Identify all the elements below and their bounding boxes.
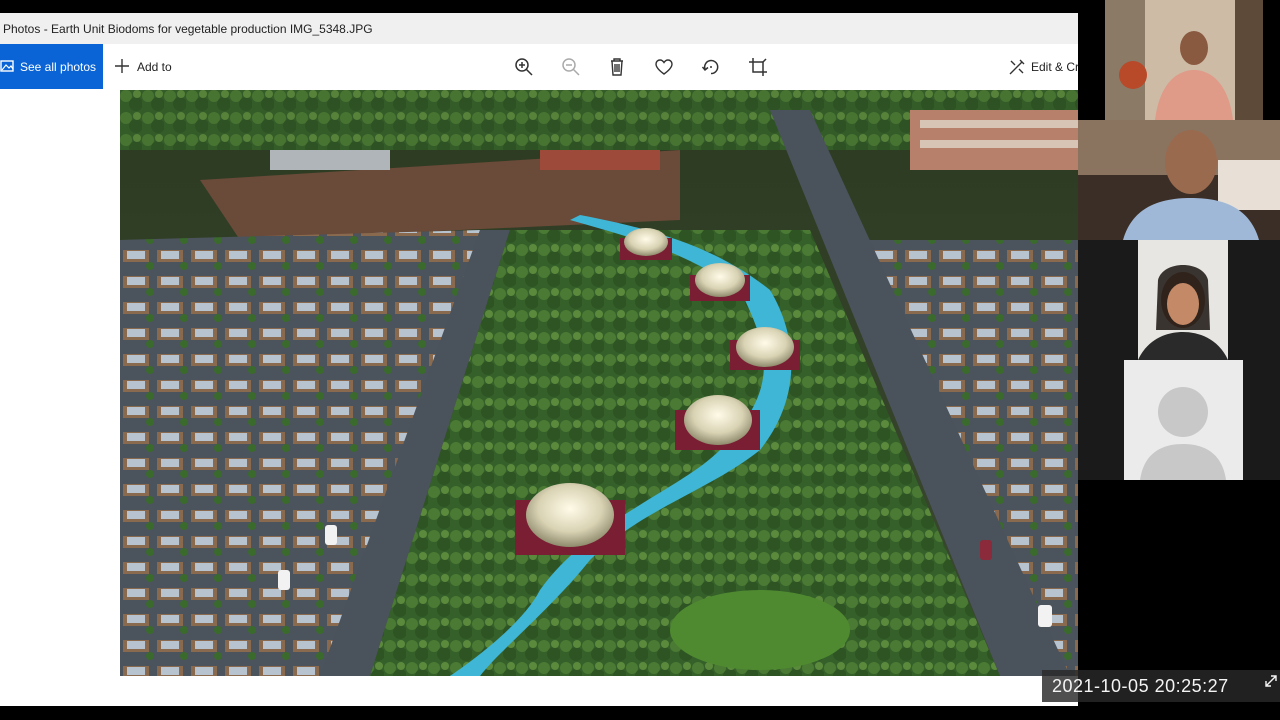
rotate-button[interactable] — [699, 55, 723, 79]
favorite-heart-icon — [655, 59, 673, 75]
edit-create-label: Edit & Create — [1031, 60, 1078, 74]
rotate-icon — [701, 59, 719, 75]
edit-create-icon — [1009, 59, 1025, 75]
zoom-in-button[interactable] — [512, 55, 536, 79]
delete-icon — [611, 58, 623, 76]
participant-1-video-feed — [1105, 0, 1263, 120]
add-to-label: Add to — [137, 60, 172, 74]
zoom-out-icon — [562, 58, 580, 76]
participant-2-video-feed — [1078, 120, 1280, 240]
edit-create-button[interactable]: Edit & Create — [1008, 55, 1078, 79]
see-all-photos-label: See all photos — [20, 60, 97, 74]
timestamp-text: 2021-10-05 20:25:27 — [1052, 676, 1229, 696]
photos-app-window: Photos - Earth Unit Biodoms for vegetabl… — [0, 13, 1078, 706]
crop-icon — [749, 58, 767, 76]
resize-arrow-icon[interactable] — [1264, 674, 1278, 688]
see-all-photos-button[interactable]: See all photos — [0, 44, 103, 89]
title-bar[interactable]: Photos - Earth Unit Biodoms for vegetabl… — [0, 13, 1078, 44]
delete-button[interactable] — [605, 55, 629, 79]
participant-video-2[interactable] — [1078, 120, 1280, 240]
participant-video-4-no-camera[interactable] — [1078, 360, 1280, 480]
zoom-out-button[interactable] — [559, 55, 583, 79]
participant-3-video-feed — [1078, 240, 1280, 360]
participant-video-3[interactable] — [1078, 240, 1280, 360]
participant-video-1[interactable] — [1105, 0, 1263, 120]
biodome-campus-photo — [120, 90, 1078, 676]
photo-viewer-image[interactable] — [120, 90, 1078, 676]
crop-button[interactable] — [746, 55, 770, 79]
avatar-placeholder-icon — [1158, 387, 1208, 437]
photos-toolbar: See all photos Add to Edit & Cr — [0, 44, 1078, 89]
plus-icon — [115, 59, 129, 73]
zoom-in-icon — [515, 58, 533, 76]
photos-icon — [0, 60, 14, 72]
favorite-button[interactable] — [652, 55, 676, 79]
recording-timestamp: 2021-10-05 20:25:27 — [1042, 670, 1280, 702]
window-title: Photos - Earth Unit Biodoms for vegetabl… — [3, 22, 373, 36]
participant-4-placeholder — [1078, 360, 1280, 480]
